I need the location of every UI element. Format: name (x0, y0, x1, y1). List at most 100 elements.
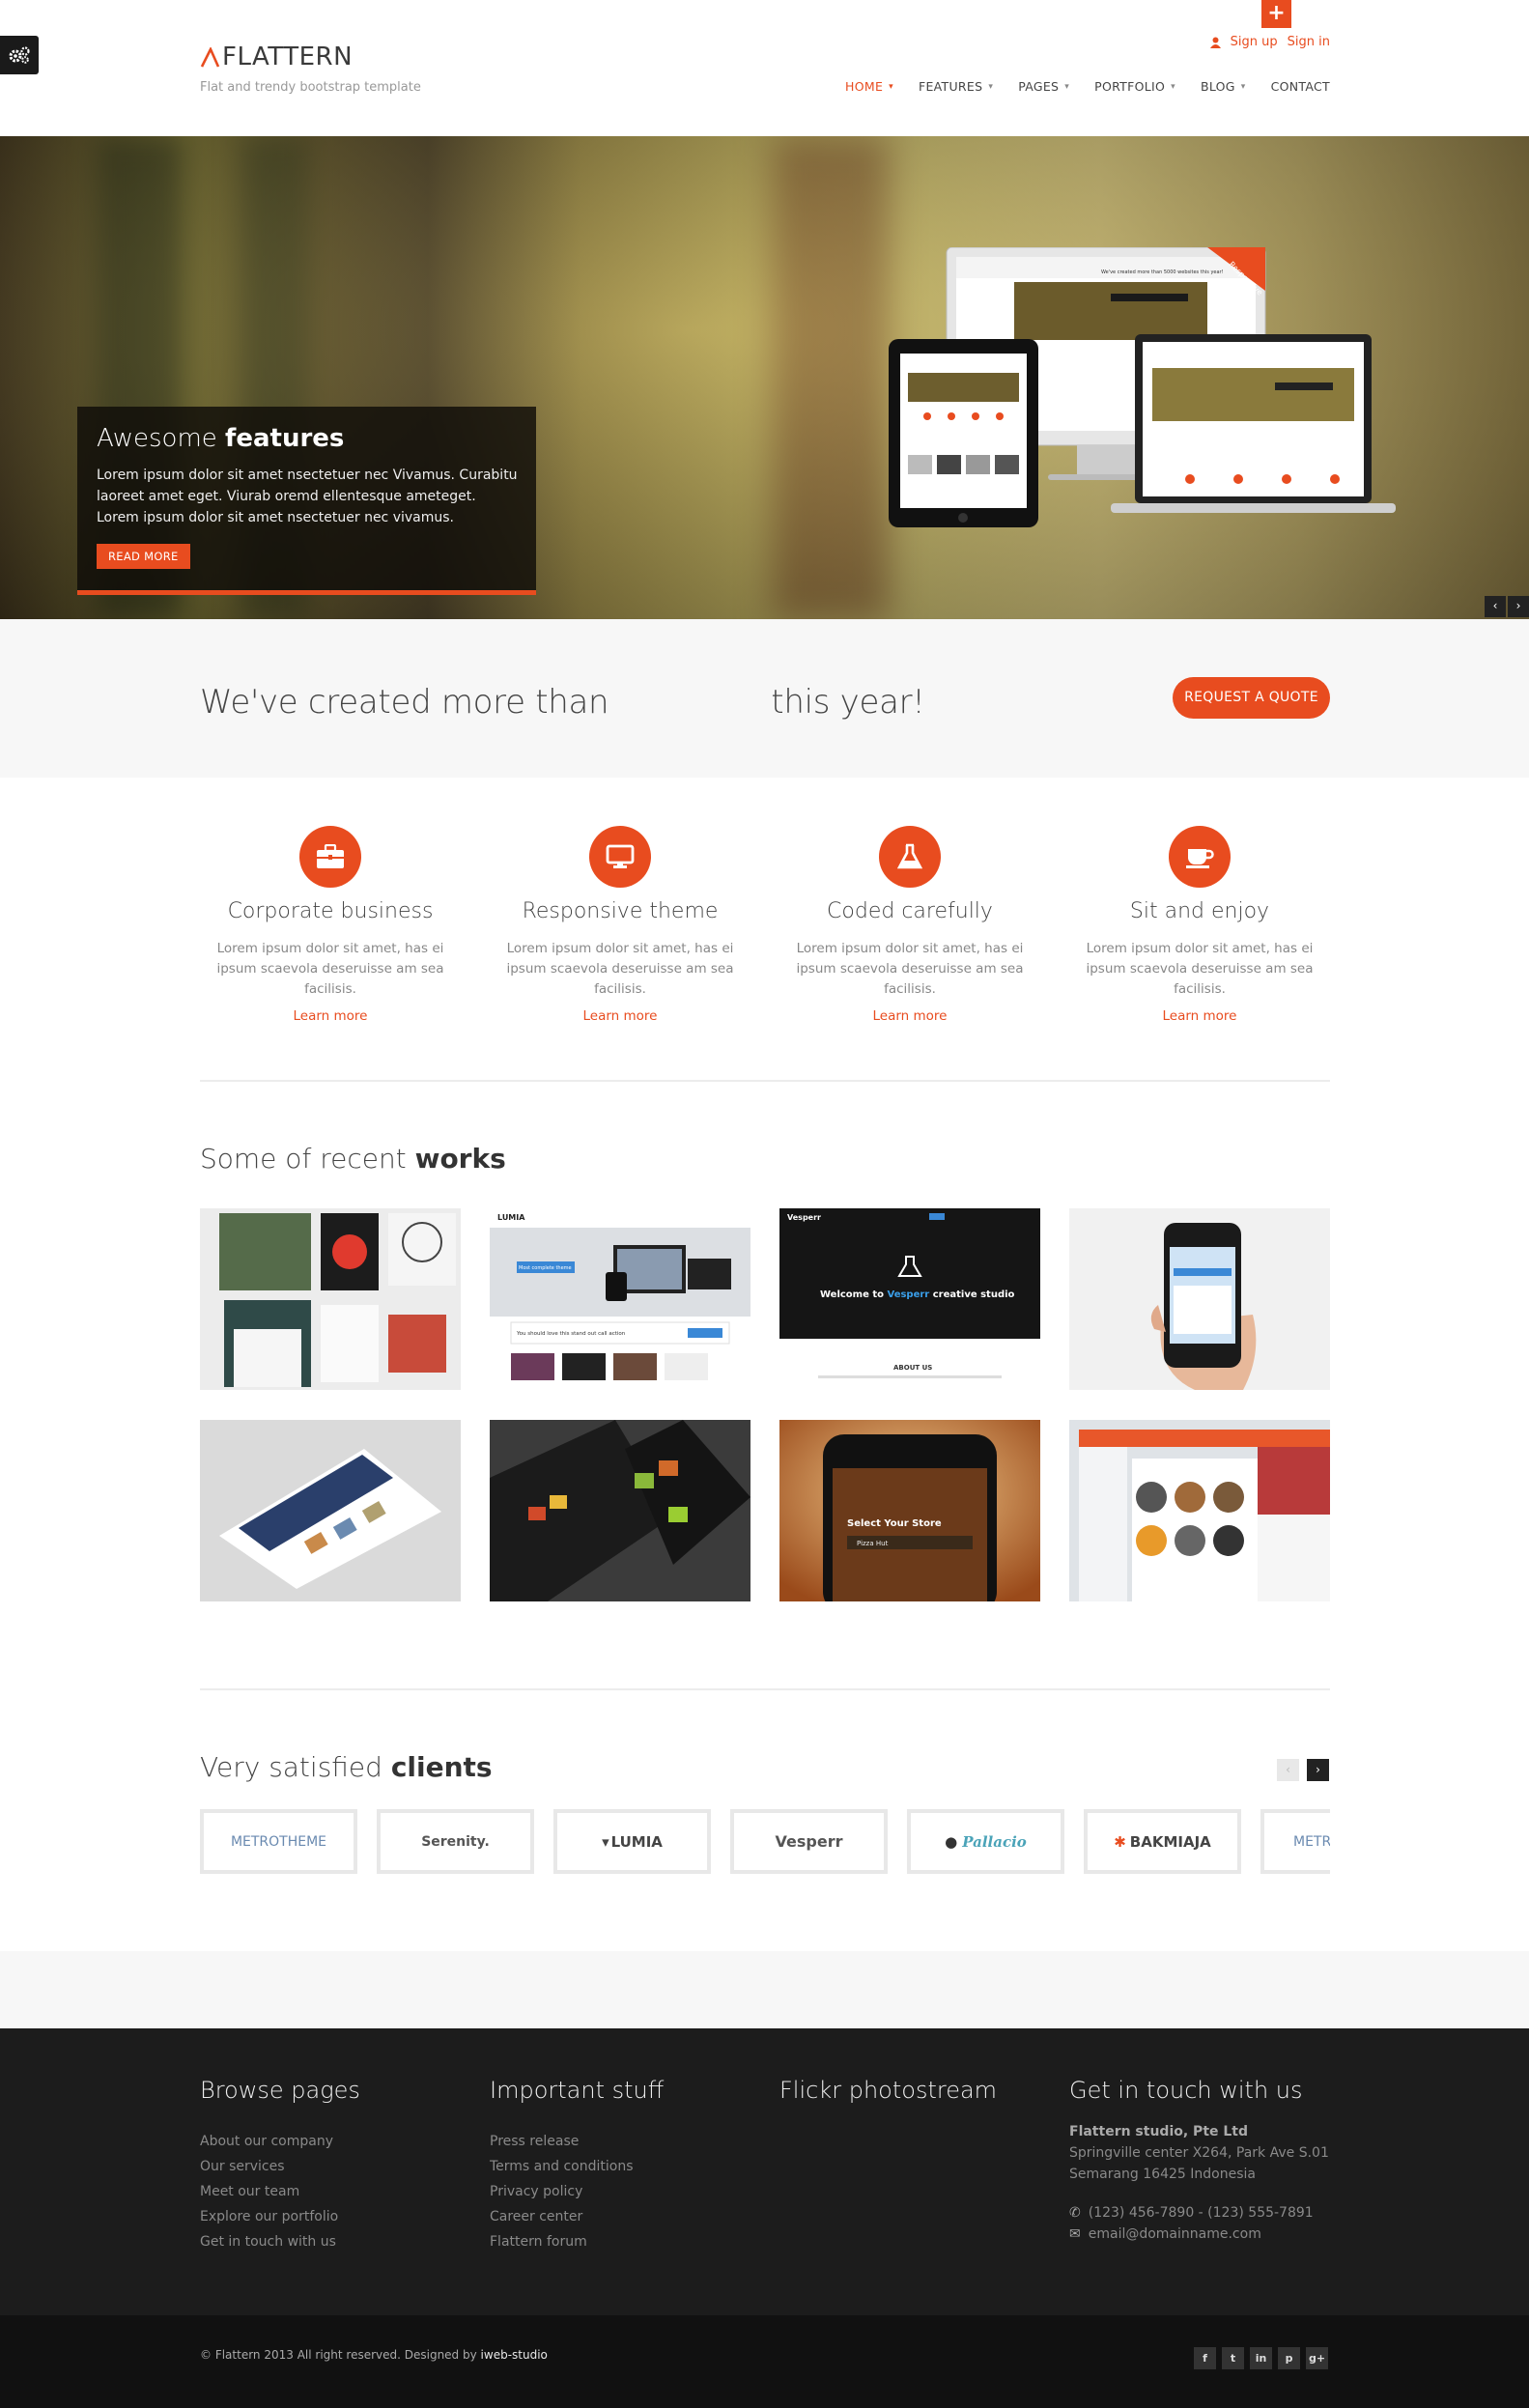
logo-text: FLATTERN (222, 42, 354, 71)
learn-more-link[interactable]: Learn more (779, 1008, 1040, 1024)
footer-column-title: Important stuff (490, 2077, 665, 2104)
footer-link[interactable]: Get in touch with us (200, 2229, 480, 2254)
read-more-button[interactable]: READ MORE (97, 544, 190, 569)
clients-prev-button[interactable]: ‹ (1277, 1759, 1299, 1781)
chevron-down-icon: ▾ (1064, 81, 1070, 92)
portfolio-item[interactable] (200, 1420, 461, 1601)
envelope-icon: ✉ (1069, 2226, 1081, 2242)
footer-link[interactable]: Our services (200, 2154, 480, 2179)
footer-flickr-column: Flickr photostream (779, 2077, 1060, 2129)
footer-link[interactable]: Press release (490, 2129, 770, 2154)
client-logo-text: METR (1293, 1833, 1330, 1850)
footer-link[interactable]: Meet our team (200, 2179, 480, 2204)
pre-footer-band (0, 1951, 1529, 2028)
signup-link[interactable]: Sign up (1231, 35, 1278, 49)
footer-link[interactable]: Flattern forum (490, 2229, 770, 2254)
footer-link[interactable]: Explore our portfolio (200, 2204, 480, 2229)
devices-mockup-image: We've created more than 5000 websites th… (889, 247, 1396, 527)
store-title: Select Your Store (847, 1518, 942, 1529)
request-quote-button[interactable]: REQUEST A QUOTE (1173, 677, 1330, 719)
slider-next-button[interactable]: › (1508, 596, 1529, 617)
footer-link[interactable]: Terms and conditions (490, 2154, 770, 2179)
footer-important-column: Important stuff Press release Terms and … (490, 2077, 770, 2254)
coffee-icon (1186, 849, 1214, 868)
facebook-icon[interactable]: f (1194, 2347, 1216, 2369)
address-line: Semarang 16425 Indonesia (1069, 2167, 1256, 2182)
top-panel-toggle[interactable]: + (1261, 0, 1291, 28)
cta-text-before: We've created more than (200, 683, 609, 722)
linkedin-icon[interactable]: in (1250, 2347, 1272, 2369)
portfolio-item[interactable] (1069, 1208, 1330, 1390)
hero-caption-text: Lorem ipsum dolor sit amet nsectetuer ne… (97, 467, 518, 525)
learn-more-link[interactable]: Learn more (1069, 1008, 1330, 1024)
nav-label: PORTFOLIO (1094, 79, 1166, 94)
portfolio-thumbnail: LUMIA Most complete theme You should lov… (490, 1208, 750, 1390)
lumia-cta: You should love this stand out call acti… (516, 1331, 626, 1337)
learn-more-link[interactable]: Learn more (490, 1008, 750, 1024)
feature-title: Responsive theme (522, 899, 719, 923)
auth-links: Sign up Sign in (1209, 35, 1330, 49)
portfolio-item[interactable] (1069, 1420, 1330, 1601)
site-logo[interactable]: FLATTERN (200, 42, 353, 71)
clients-title-bold: clients (390, 1751, 493, 1783)
client-logo[interactable]: Vesperr (730, 1809, 888, 1874)
portfolio-item[interactable]: Select Your Store Pizza Hut (779, 1420, 1040, 1601)
hero-title-light: Awesome (97, 424, 217, 453)
feature-text: Lorem ipsum dolor sit amet, has ei ipsum… (796, 941, 1024, 997)
client-logo[interactable]: ▾ LUMIA (553, 1809, 711, 1874)
slider-arrows: ‹ › (1485, 596, 1529, 617)
nav-features[interactable]: FEATURES ▾ (906, 79, 1005, 94)
user-icon (1209, 37, 1221, 48)
footer-browse-column: Browse pages About our company Our servi… (200, 2077, 480, 2254)
feature-icon-circle (879, 826, 941, 888)
designer-link[interactable]: iweb-studio (481, 2348, 548, 2362)
client-logo[interactable]: ● Pallacio (907, 1809, 1064, 1874)
lumia-brand: LUMIA (497, 1213, 525, 1222)
signin-link[interactable]: Sign in (1288, 35, 1330, 49)
slider-prev-button[interactable]: ‹ (1485, 596, 1506, 617)
client-logo[interactable]: METR (1260, 1809, 1330, 1874)
learn-more-link[interactable]: Learn more (200, 1008, 461, 1024)
chevron-down-icon: ▾ (1240, 81, 1246, 92)
client-logo-text: METROTHEME (230, 1833, 327, 1850)
site-tagline: Flat and trendy bootstrap template (200, 80, 421, 95)
footer-column-title: Flickr photostream (779, 2077, 998, 2104)
portfolio-item[interactable] (200, 1208, 461, 1390)
client-logo[interactable]: ✱ BAKMIAJA (1084, 1809, 1241, 1874)
google-plus-icon[interactable]: g+ (1306, 2347, 1328, 2369)
copyright-label: © Flattern 2013 All right reserved. Desi… (200, 2348, 477, 2362)
feature-title: Sit and enjoy (1129, 899, 1270, 923)
footer-link[interactable]: About our company (200, 2129, 480, 2154)
nav-portfolio[interactable]: PORTFOLIO ▾ (1082, 79, 1188, 94)
asterisk-icon: ✱ (1114, 1832, 1126, 1851)
client-logo-text: Serenity. (421, 1833, 490, 1850)
nav-blog[interactable]: BLOG ▾ (1188, 79, 1259, 94)
portfolio-item[interactable] (490, 1420, 750, 1601)
cta-band: We've created more than this year! REQUES… (0, 619, 1529, 778)
works-title: Some of recent works (200, 1143, 506, 1175)
nav-pages[interactable]: PAGES ▾ (1005, 79, 1082, 94)
pinterest-icon[interactable]: p (1278, 2347, 1300, 2369)
client-logo[interactable]: METROTHEME (200, 1809, 357, 1874)
email-link[interactable]: email@domainname.com (1089, 2224, 1261, 2245)
client-logo[interactable]: Serenity. (377, 1809, 534, 1874)
twitter-icon[interactable]: t (1222, 2347, 1244, 2369)
portfolio-item[interactable]: LUMIA Most complete theme You should lov… (490, 1208, 750, 1390)
logo-mark-icon (200, 46, 220, 68)
store-item: Pizza Hut (857, 1540, 889, 1547)
feature-item: Responsive theme Lorem ipsum dolor sit a… (490, 826, 750, 1024)
feature-title: Coded carefully (827, 899, 993, 923)
footer-link[interactable]: Career center (490, 2204, 770, 2229)
footer-link[interactable]: Privacy policy (490, 2179, 770, 2204)
portfolio-thumbnail (200, 1420, 461, 1601)
nav-home[interactable]: HOME ▾ (833, 79, 906, 94)
lumia-triangle-icon: ▾ (602, 1832, 609, 1851)
social-links: f t in p g+ (1194, 2347, 1328, 2369)
clients-next-button[interactable]: › (1307, 1759, 1329, 1781)
portfolio-item[interactable]: Vesperr Welcome to Vesperr creative stud… (779, 1208, 1040, 1390)
feature-icon-circle (299, 826, 361, 888)
nav-label: FEATURES (918, 79, 983, 94)
nav-contact[interactable]: CONTACT (1259, 79, 1330, 94)
hero-caption: Awesome features Lorem ipsum dolor sit a… (77, 407, 536, 595)
style-switcher-toggle[interactable] (0, 36, 39, 74)
